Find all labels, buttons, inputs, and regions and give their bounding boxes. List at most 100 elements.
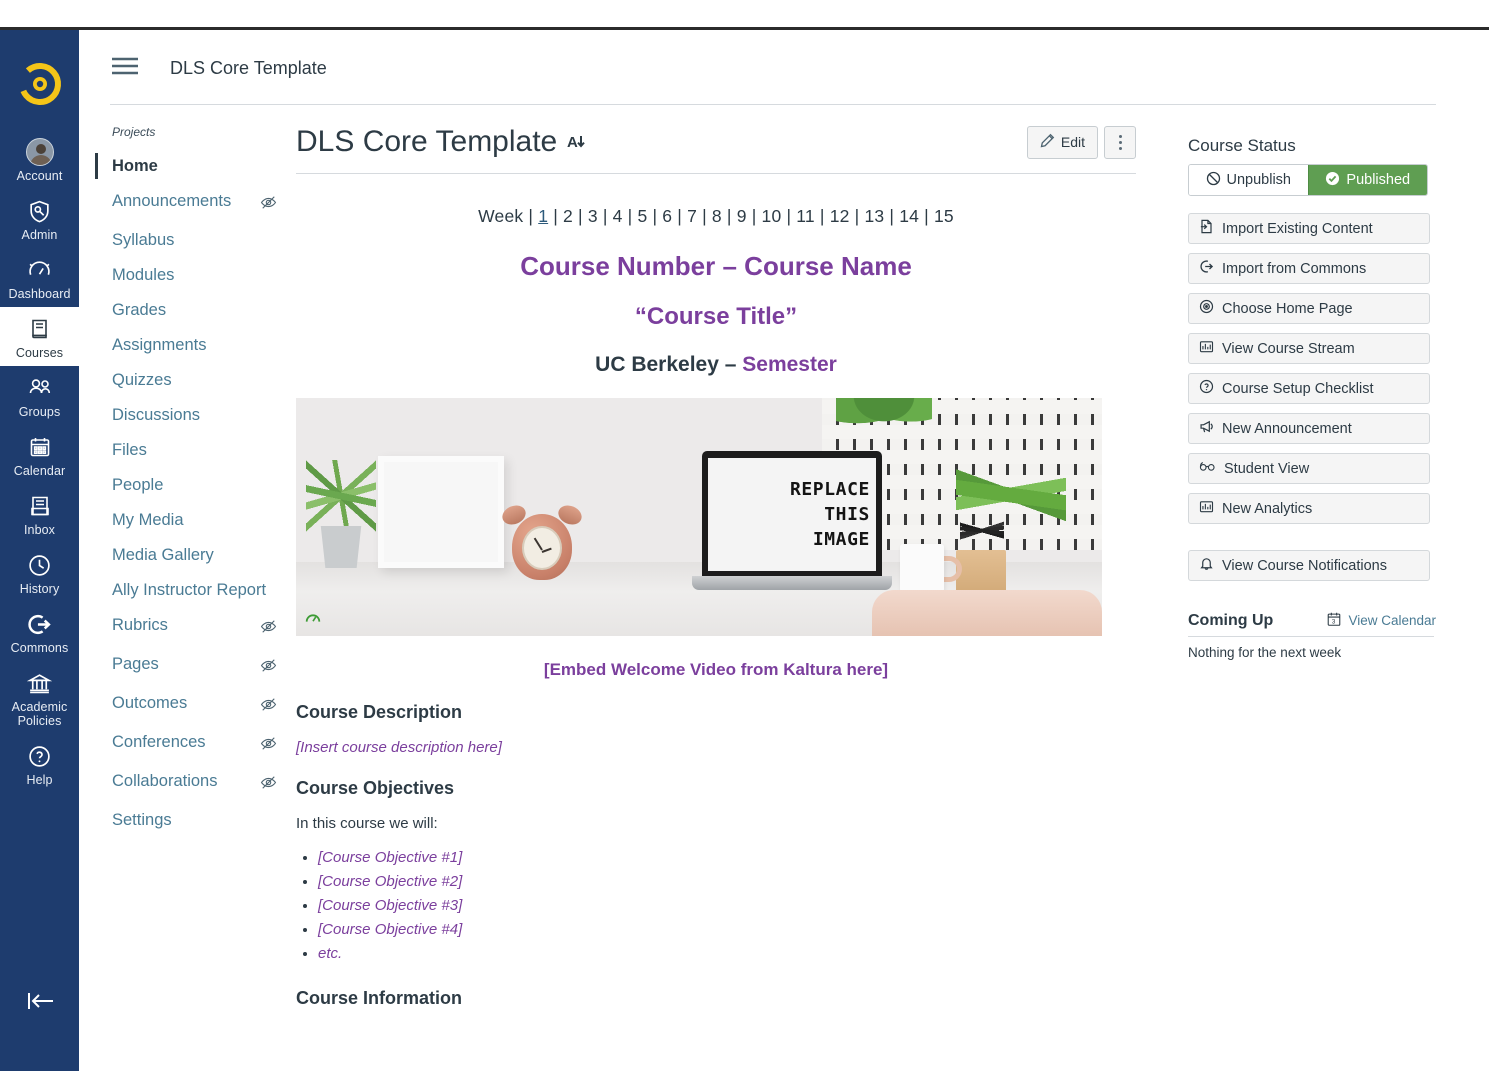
top-divider (0, 27, 1489, 30)
hidden-from-students-icon[interactable] (260, 618, 277, 640)
gnav-item-inbox[interactable]: Inbox (0, 484, 79, 543)
view-course-stream-button[interactable]: View Course Stream (1188, 333, 1430, 364)
topbar-divider (110, 104, 1436, 105)
course-nav-label: Conferences (112, 733, 206, 751)
course-objective-item: etc. (318, 942, 1136, 966)
course-nav-item-announcements[interactable]: Announcements (95, 184, 285, 223)
week-link-14[interactable]: 14 (899, 206, 919, 226)
new-announcement-button[interactable]: New Announcement (1188, 413, 1430, 444)
calendar-icon (25, 432, 55, 462)
course-nav-label: Files (112, 441, 147, 459)
course-objective-item: [Course Objective #3] (318, 894, 1136, 918)
edit-button-label: Edit (1060, 134, 1085, 150)
course-nav-item-pages[interactable]: Pages (95, 647, 285, 686)
rail-button-label: New Analytics (1222, 500, 1313, 517)
week-link-10[interactable]: 10 (762, 206, 782, 226)
course-information-heading: Course Information (296, 988, 463, 1008)
coming-up-divider (1188, 636, 1434, 637)
course-nav-item-my-media[interactable]: My Media (95, 503, 285, 538)
edit-button[interactable]: Edit (1026, 125, 1098, 159)
hidden-from-students-icon[interactable] (260, 735, 277, 757)
week-link-5[interactable]: 5 (637, 206, 647, 226)
published-button[interactable]: Published (1307, 165, 1427, 195)
hero-placeholder-image[interactable]: REPLACE THIS IMAGE (296, 398, 1102, 636)
canvas-logo[interactable] (16, 60, 64, 108)
course-nav-item-quizzes[interactable]: Quizzes (95, 363, 285, 398)
course-setup-checklist-button[interactable]: Course Setup Checklist (1188, 373, 1430, 404)
view-calendar-link[interactable]: 3 View Calendar (1326, 611, 1436, 630)
hidden-from-students-icon[interactable] (260, 774, 277, 796)
gnav-label-inbox: Inbox (23, 523, 56, 537)
week-link-9[interactable]: 9 (737, 206, 747, 226)
week-separator: | (919, 206, 934, 226)
gnav-item-groups[interactable]: Groups (0, 366, 79, 425)
choose-home-page-button[interactable]: Choose Home Page (1188, 293, 1430, 324)
course-nav-item-assignments[interactable]: Assignments (95, 328, 285, 363)
course-description-placeholder: [Insert course description here] (296, 739, 502, 756)
week-link-7[interactable]: 7 (687, 206, 697, 226)
gnav-item-admin[interactable]: Admin (0, 189, 79, 248)
hidden-from-students-icon[interactable] (260, 194, 277, 216)
collapse-arrow-left-icon[interactable] (0, 989, 79, 1013)
week-link-8[interactable]: 8 (712, 206, 722, 226)
new-analytics-button[interactable]: New Analytics (1188, 493, 1430, 524)
course-nav-item-media-gallery[interactable]: Media Gallery (95, 538, 285, 573)
import-from-commons-button[interactable]: Import from Commons (1188, 253, 1430, 284)
course-nav-item-home[interactable]: Home (95, 149, 285, 184)
week-link-13[interactable]: 13 (864, 206, 884, 226)
gnav-item-history[interactable]: History (0, 543, 79, 602)
arrow-out-circle-icon (25, 609, 55, 639)
week-link-15[interactable]: 15 (934, 206, 954, 226)
ally-gauge-green-icon[interactable] (304, 609, 322, 632)
import-existing-content-button[interactable]: Import Existing Content (1188, 213, 1430, 244)
course-nav-item-conferences[interactable]: Conferences (95, 725, 285, 764)
course-nav-item-ally-instructor-report[interactable]: Ally Instructor Report (95, 573, 285, 608)
course-nav-item-grades[interactable]: Grades (95, 293, 285, 328)
view-course-notifications-button[interactable]: View Course Notifications (1188, 550, 1430, 581)
course-nav-label: People (112, 476, 164, 494)
course-nav-item-collaborations[interactable]: Collaborations (95, 764, 285, 803)
hidden-from-students-icon[interactable] (260, 696, 277, 718)
rail-button-label: View Course Stream (1222, 340, 1355, 357)
course-nav-item-files[interactable]: Files (95, 433, 285, 468)
student-view-button[interactable]: Student View (1188, 453, 1430, 484)
unpublish-button[interactable]: Unpublish (1189, 165, 1308, 195)
week-separator: | (572, 206, 588, 226)
course-nav-item-discussions[interactable]: Discussions (95, 398, 285, 433)
more-options-icon[interactable] (1104, 125, 1136, 159)
course-nav-item-modules[interactable]: Modules (95, 258, 285, 293)
week-separator: | (781, 206, 797, 226)
breadcrumb[interactable]: DLS Core Template (170, 58, 327, 79)
calendar-icon: 3 (1326, 611, 1342, 630)
gnav-item-account[interactable]: Account (0, 130, 79, 189)
gnav-item-commons[interactable]: Commons (0, 602, 79, 661)
clock-icon (25, 550, 55, 580)
week-link-12[interactable]: 12 (830, 206, 850, 226)
gnav-item-calendar[interactable]: Calendar (0, 425, 79, 484)
gnav-item-dashboard[interactable]: Dashboard (0, 248, 79, 307)
gnav-item-help[interactable]: Help (0, 734, 79, 793)
hero-text-line-2: THIS (824, 504, 870, 525)
course-nav-item-syllabus[interactable]: Syllabus (95, 223, 285, 258)
gnav-item-courses[interactable]: Courses (0, 307, 79, 366)
week-separator: | (523, 206, 539, 226)
course-nav-item-people[interactable]: People (95, 468, 285, 503)
course-nav-item-outcomes[interactable]: Outcomes (95, 686, 285, 725)
hamburger-menu-icon[interactable] (110, 55, 140, 82)
course-objectives-intro: In this course we will: (296, 815, 438, 832)
week-link-4[interactable]: 4 (613, 206, 623, 226)
week-link-11[interactable]: 11 (796, 206, 815, 226)
course-objective-item: [Course Objective #4] (318, 918, 1136, 942)
week-link-1[interactable]: 1 (538, 206, 548, 226)
gnav-item-academic-policies[interactable]: Academic Policies (0, 661, 79, 734)
course-nav-item-settings[interactable]: Settings (95, 803, 285, 838)
page-title-text: DLS Core Template (296, 125, 558, 158)
hidden-from-students-icon[interactable] (260, 657, 277, 679)
rail-button-label: Course Setup Checklist (1222, 380, 1374, 397)
gnav-label-courses: Courses (15, 346, 64, 360)
ally-score-a-down-icon[interactable]: A (567, 132, 589, 152)
week-link-2[interactable]: 2 (563, 206, 573, 226)
course-nav-item-rubrics[interactable]: Rubrics (95, 608, 285, 647)
week-link-6[interactable]: 6 (662, 206, 672, 226)
week-link-3[interactable]: 3 (588, 206, 598, 226)
